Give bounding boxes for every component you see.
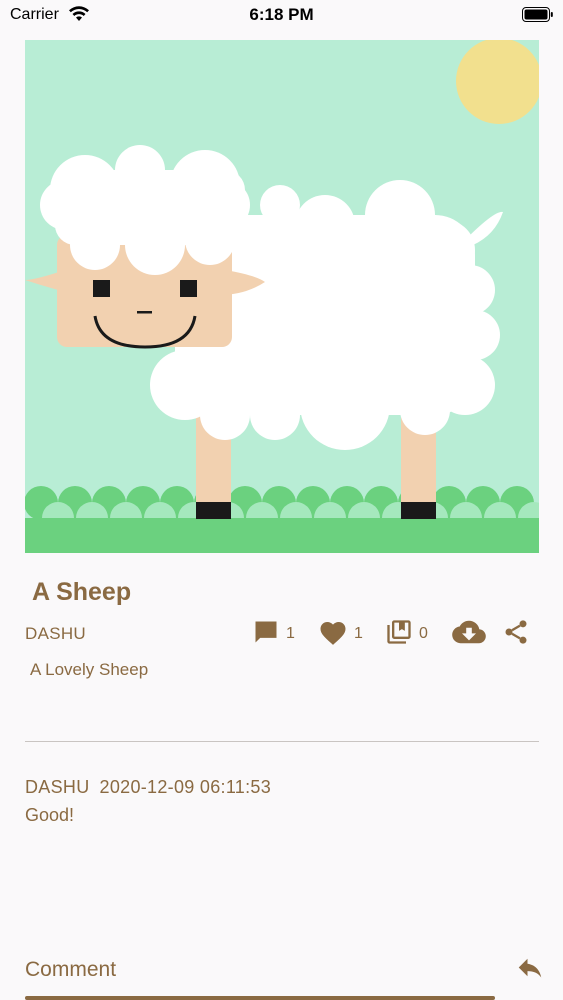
- comment-item: DASHU 2020-12-09 06:11:53 Good!: [25, 777, 539, 826]
- status-bar: Carrier 6:18 PM: [0, 0, 563, 30]
- comment-date: 2020-12-09 06:11:53: [99, 777, 272, 797]
- download-action[interactable]: [452, 618, 486, 650]
- comment-text: Good!: [25, 805, 75, 825]
- cloud-download-icon: [452, 618, 486, 651]
- post-title: A Sheep: [32, 578, 132, 606]
- share-icon: [502, 618, 530, 651]
- collection-count: 0: [419, 625, 428, 642]
- collection-icon: [385, 618, 413, 651]
- collect-action[interactable]: 0: [385, 618, 428, 650]
- heart-icon: [318, 618, 348, 651]
- clock: 6:18 PM: [249, 5, 314, 24]
- post-actions: 1 1 0: [250, 618, 535, 650]
- comment-count: 1: [286, 625, 295, 642]
- post-description: A Lovely Sheep: [30, 660, 149, 679]
- comment-bar: [0, 945, 563, 1000]
- chat-bubble-icon: [252, 618, 280, 651]
- battery-icon: [522, 7, 554, 27]
- sheep-artwork-image[interactable]: [25, 40, 539, 553]
- share-action[interactable]: [502, 618, 530, 650]
- post-author[interactable]: DASHU: [25, 624, 86, 644]
- comment-input-underline: [25, 996, 495, 1000]
- reply-icon[interactable]: [515, 957, 545, 988]
- comment-input[interactable]: [25, 955, 495, 985]
- comment-action[interactable]: 1: [252, 618, 295, 650]
- comment-user[interactable]: DASHU: [25, 777, 90, 797]
- comment-meta: DASHU 2020-12-09 06:11:53: [25, 777, 539, 798]
- like-count: 1: [354, 625, 363, 642]
- divider: [25, 741, 539, 742]
- like-action[interactable]: 1: [318, 618, 363, 650]
